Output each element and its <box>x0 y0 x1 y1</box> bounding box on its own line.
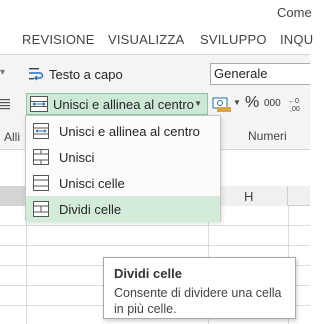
indent-icon[interactable] <box>0 97 12 111</box>
svg-text:←0: ←0 <box>288 98 299 105</box>
number-format-buttons: ▼ % 000 ←0 ,00 <box>212 94 310 115</box>
tab-sviluppo[interactable]: SVILUPPO <box>200 32 267 47</box>
window-title: Come <box>277 5 312 20</box>
number-group-label: Numeri <box>248 129 287 143</box>
merge-cells-icon <box>33 175 49 191</box>
menu-item-label: Dividi celle <box>59 202 122 217</box>
comma-style-icon[interactable]: 000 <box>264 98 281 109</box>
merge-center-icon <box>33 123 49 139</box>
menu-item-label: Unisci celle <box>59 176 125 191</box>
merge-dropdown-menu: Unisci e allinea al centro Unisci Unisci… <box>25 115 221 222</box>
menu-item-merge-center[interactable]: Unisci e allinea al centro <box>26 118 220 144</box>
merge-across-icon <box>33 149 49 165</box>
ribbon-tabs: REVISIONE VISUALIZZA SVILUPPO INQU <box>0 24 313 54</box>
tooltip-title: Dividi celle <box>114 266 182 281</box>
menu-item-merge-cells[interactable]: Unisci celle <box>26 170 220 196</box>
merge-center-icon <box>30 96 48 112</box>
percent-style-icon[interactable]: % <box>245 94 259 112</box>
tooltip-description: Consente di dividere una cella in più ce… <box>114 286 282 316</box>
unmerge-cells-icon <box>33 201 49 217</box>
tooltip: Dividi celle Consente di dividere una ce… <box>103 257 296 319</box>
accounting-format-icon[interactable] <box>212 95 232 113</box>
menu-item-label: Unisci e allinea al centro <box>59 124 200 139</box>
merge-center-button[interactable]: Unisci e allinea al centro ▼ <box>26 93 208 115</box>
chevron-down-icon[interactable]: ▼ <box>233 98 241 107</box>
merge-center-label: Unisci e allinea al centro <box>53 96 194 112</box>
number-format-select[interactable]: Generale <box>210 63 310 85</box>
wrap-text-icon <box>29 68 44 81</box>
chevron-down-icon[interactable]: ▼ <box>194 99 202 108</box>
column-header-selected[interactable] <box>0 186 26 206</box>
title-bar: Come <box>0 0 312 24</box>
wrap-text-button[interactable]: Testo a capo <box>28 64 178 84</box>
tab-inquire[interactable]: INQU <box>280 32 313 47</box>
orientation-dropdown-arrow-icon[interactable]: ▾ <box>0 67 6 78</box>
menu-item-label: Unisci <box>59 150 95 165</box>
increase-decimal-icon[interactable]: ←0 ,00 <box>288 95 310 113</box>
column-header-label: H <box>244 189 254 204</box>
tab-revisione[interactable]: REVISIONE <box>22 32 95 47</box>
menu-item-merge-across[interactable]: Unisci <box>26 144 220 170</box>
tab-visualizza[interactable]: VISUALIZZA <box>108 32 184 47</box>
wrap-text-label: Testo a capo <box>49 66 123 82</box>
alignment-group-label: Alli <box>4 130 21 144</box>
menu-item-unmerge-cells[interactable]: Dividi celle <box>26 196 220 222</box>
svg-text:,00: ,00 <box>290 106 300 113</box>
